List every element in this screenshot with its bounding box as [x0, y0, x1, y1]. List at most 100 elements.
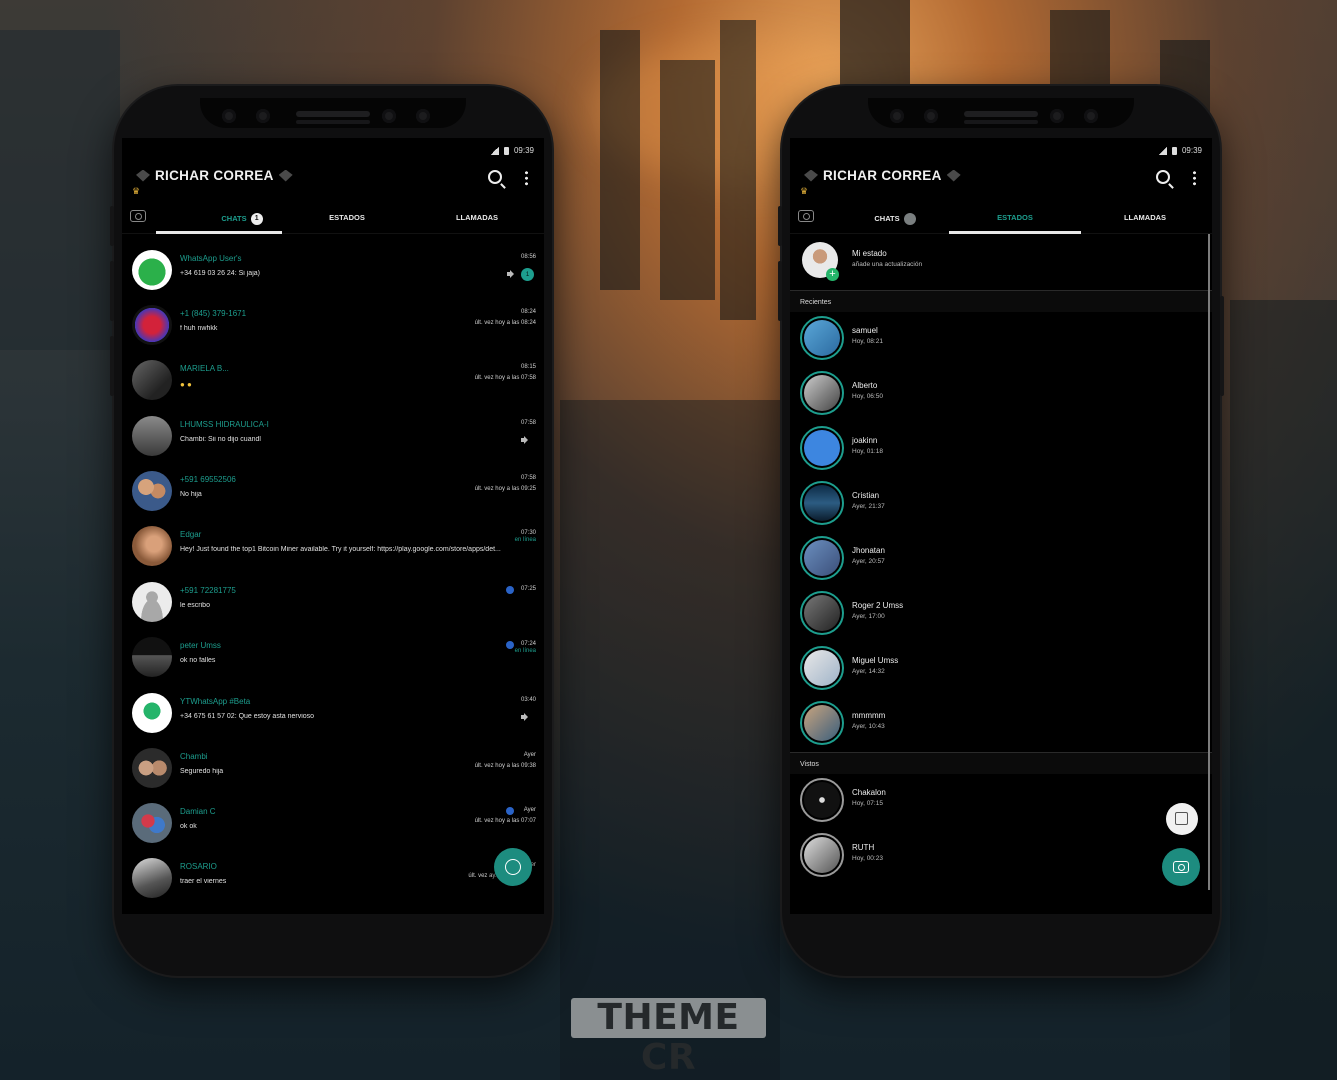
mute-icon: [507, 270, 516, 278]
status-ring: [800, 481, 844, 525]
avatar[interactable]: [132, 803, 172, 843]
diamond-icon: [946, 169, 961, 182]
signal-icon: [1157, 146, 1167, 155]
avatar[interactable]: [132, 693, 172, 733]
status-ring: [800, 371, 844, 415]
chat-row[interactable]: Chambi Seguredo hija Ayer últ. vez hoy a…: [122, 746, 544, 800]
last-seen: últ. vez hoy a las 07:58: [474, 375, 536, 381]
building: [1230, 300, 1337, 1080]
status-time: Ayer, 21:37: [852, 503, 885, 510]
tab-llamadas[interactable]: LLAMADAS: [422, 213, 532, 222]
avatar[interactable]: [132, 360, 172, 400]
active-tab-indicator: [156, 231, 282, 234]
avatar: [804, 485, 840, 521]
chat-last-message: +34 619 03 26 24: Si jaja): [180, 270, 260, 277]
status-item[interactable]: Miguel Umss Ayer, 14:32: [790, 642, 1212, 697]
tab-estados[interactable]: ESTADOS: [960, 213, 1070, 222]
avatar[interactable]: [132, 250, 172, 290]
tab-llamadas[interactable]: LLAMADAS: [1090, 213, 1200, 222]
search-icon[interactable]: [488, 170, 502, 184]
sensor: [1084, 109, 1098, 123]
chat-icon: [505, 859, 521, 875]
app-title-text: RICHAR CORREA: [155, 168, 274, 183]
chat-row[interactable]: +591 69552506 No hija 07:58 últ. vez hoy…: [122, 469, 544, 523]
my-status-row[interactable]: + Mi estado añade una actualización: [790, 238, 1212, 293]
status-item[interactable]: Alberto Hoy, 06:50: [790, 367, 1212, 422]
chat-row[interactable]: +591 72281775 le escribo 07:25: [122, 580, 544, 634]
chat-row[interactable]: WhatsApp User's +34 619 03 26 24: Si jaj…: [122, 248, 544, 302]
status-item[interactable]: joakinn Hoy, 01:18: [790, 422, 1212, 477]
tab-chats[interactable]: CHATS 1: [192, 213, 292, 225]
tab-estados[interactable]: ESTADOS: [292, 213, 402, 222]
online-status: en línea: [514, 537, 536, 543]
status-item[interactable]: RUTH Hoy, 00:23: [790, 829, 1212, 884]
camera-status-button[interactable]: [1162, 848, 1200, 886]
chat-last-message: Hey! Just found the top1 Bitcoin Miner a…: [180, 546, 501, 553]
avatar[interactable]: [132, 526, 172, 566]
chat-row[interactable]: Edgar Hey! Just found the top1 Bitcoin M…: [122, 524, 544, 578]
more-options-icon[interactable]: [1193, 170, 1196, 186]
avatar[interactable]: [132, 305, 172, 345]
chat-row[interactable]: Damian C ok ok Ayer últ. vez hoy a las 0…: [122, 801, 544, 855]
speaker: [296, 111, 370, 117]
status-time: Hoy, 07:15: [852, 800, 883, 807]
side-button: [110, 261, 114, 321]
status-dot-icon: [506, 641, 514, 649]
status-item[interactable]: Chakalon Hoy, 07:15: [790, 774, 1212, 829]
avatar[interactable]: [132, 748, 172, 788]
tab-chats[interactable]: CHATS: [840, 213, 950, 225]
tab-chats-label: CHATS: [874, 213, 900, 223]
status-name: Cristian: [852, 491, 880, 500]
phone-chats: 09:39 RICHAR CORREA ♛ CHATS 1 ESTADOS LLA…: [110, 86, 552, 976]
sensor: [1050, 109, 1064, 123]
avatar[interactable]: [132, 637, 172, 677]
crown-icon: ♛: [800, 186, 809, 196]
status-item[interactable]: samuel Hoy, 08:21: [790, 312, 1212, 367]
chat-row[interactable]: ROSARIO traer el viernes Ayer últ. vez a…: [122, 856, 544, 910]
avatar[interactable]: [132, 582, 172, 622]
text-status-button[interactable]: [1166, 803, 1198, 835]
add-status-icon[interactable]: +: [826, 268, 839, 281]
status-item[interactable]: Roger 2 Umss Ayer, 17:00: [790, 587, 1212, 642]
status-name: mmmmm: [852, 711, 886, 720]
chat-last-message: Chambi: Sii no dijo cuandl: [180, 436, 261, 443]
sensor: [256, 109, 270, 123]
chat-row[interactable]: +1 (845) 379-1671 f huh nwhkk 08:24 últ.…: [122, 303, 544, 357]
status-item[interactable]: Cristian Ayer, 21:37: [790, 477, 1212, 532]
chat-last-message: f huh nwhkk: [180, 325, 218, 332]
status-bar: 09:39: [489, 146, 534, 155]
front-camera: [890, 109, 904, 123]
chat-row[interactable]: LHUMSS HIDRAULICA-I Chambi: Sii no dijo …: [122, 414, 544, 468]
tab-estados-label: ESTADOS: [997, 213, 1033, 222]
side-button: [1220, 296, 1224, 396]
last-seen: últ. vez hoy a las 09:38: [474, 763, 536, 769]
chat-last-message: le escribo: [180, 602, 210, 609]
chat-row[interactable]: YTWhatsApp #Beta +34 675 61 57 02: Que e…: [122, 691, 544, 745]
new-chat-button[interactable]: [494, 848, 532, 886]
tab-llamadas-label: LLAMADAS: [1123, 213, 1167, 222]
my-status-sub: añade una actualización: [852, 261, 923, 268]
avatar[interactable]: [132, 858, 172, 898]
avatar[interactable]: [132, 416, 172, 456]
tab-chats-label: CHATS: [221, 213, 247, 223]
chat-row[interactable]: MARIELA B... ● ● 08:15 últ. vez hoy a la…: [122, 358, 544, 412]
status-item[interactable]: Jhonatan Ayer, 20:57: [790, 532, 1212, 587]
brand-logo: THEME CR: [571, 998, 766, 1078]
camera-tab-icon[interactable]: [798, 210, 814, 222]
search-icon[interactable]: [1156, 170, 1170, 184]
chat-time: 08:24: [520, 309, 536, 315]
scrollbar[interactable]: [1208, 234, 1210, 890]
status-time: Ayer, 10:43: [852, 723, 885, 730]
status-time: Ayer, 17:00: [852, 613, 885, 620]
chat-row[interactable]: peter Umss ok no falles 07:24 en línea: [122, 635, 544, 689]
status-item[interactable]: mmmmm Ayer, 10:43: [790, 697, 1212, 752]
speaker-grille: [964, 120, 1038, 124]
chat-last-message: traer el viernes: [180, 878, 227, 885]
side-button: [110, 206, 114, 246]
camera-tab-icon[interactable]: [130, 210, 146, 222]
last-seen: últ. vez hoy a las 07:07: [474, 818, 536, 824]
avatar[interactable]: [132, 471, 172, 511]
more-options-icon[interactable]: [525, 170, 528, 186]
chat-time: 07:30: [520, 530, 536, 536]
status-time: Hoy, 00:23: [852, 855, 883, 862]
